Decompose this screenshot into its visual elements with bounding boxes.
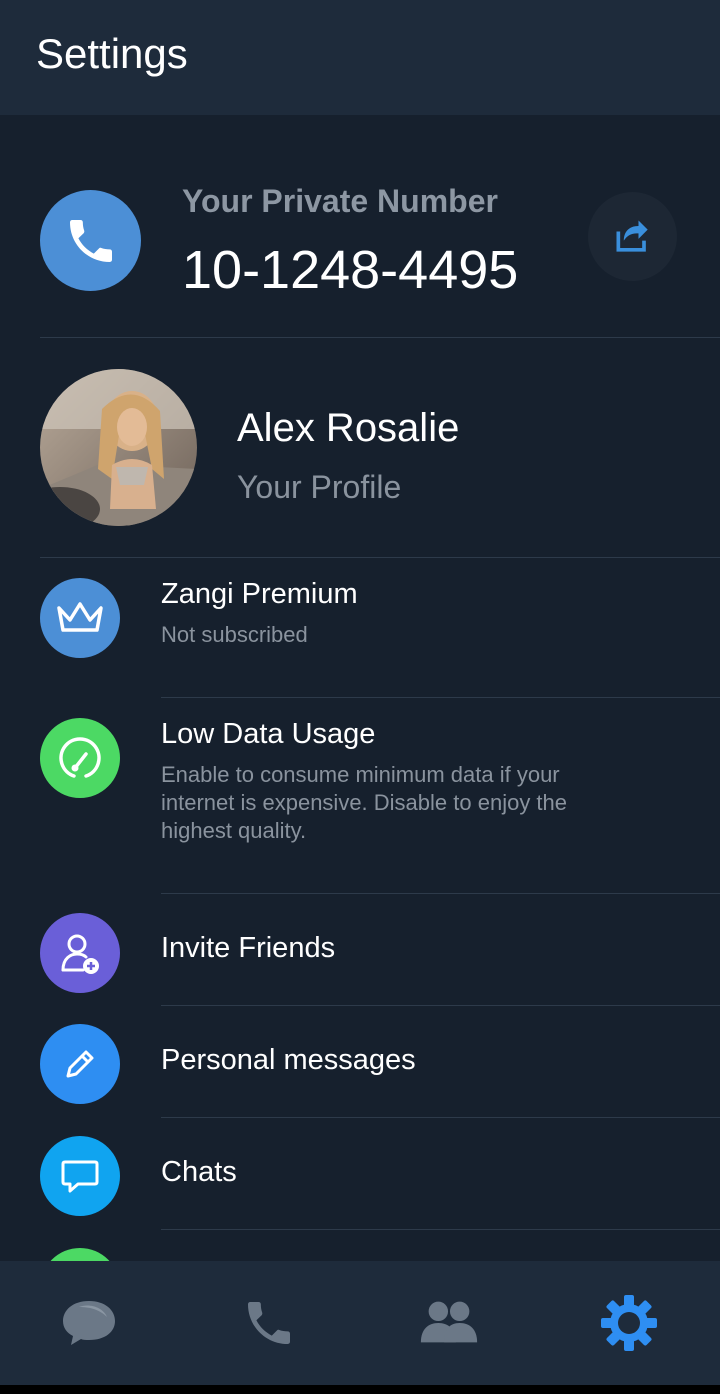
low-data-usage-description: Enable to consume minimum data if your i… <box>161 762 568 843</box>
zangi-premium-status: Not subscribed <box>161 622 308 647</box>
zangi-premium-row[interactable]: Zangi Premium Not subscribed <box>0 558 720 698</box>
system-bar <box>0 1385 720 1394</box>
settings-tab[interactable] <box>597 1291 661 1355</box>
invite-friends-title: Invite Friends <box>161 932 336 964</box>
zangi-premium-title: Zangi Premium <box>161 578 358 610</box>
contacts-tab[interactable] <box>417 1291 481 1355</box>
share-button[interactable] <box>588 192 677 281</box>
chats-tab[interactable] <box>57 1291 121 1355</box>
chat-bubble-icon <box>40 1136 120 1216</box>
calls-tab[interactable] <box>237 1291 301 1355</box>
low-data-usage-row[interactable]: Low Data Usage Enable to consume minimum… <box>0 698 720 893</box>
data-gauge-icon <box>40 718 120 798</box>
invite-friends-row[interactable]: Invite Friends <box>0 894 720 1006</box>
low-data-usage-title: Low Data Usage <box>161 718 376 750</box>
personal-messages-title: Personal messages <box>161 1044 416 1076</box>
chats-icon <box>63 1301 115 1345</box>
private-number-label: Your Private Number <box>182 183 498 219</box>
phone-icon <box>40 190 141 291</box>
crown-icon <box>40 578 120 658</box>
profile-name: Alex Rosalie <box>237 406 460 450</box>
private-number-value: 10-1248-4495 <box>182 240 519 300</box>
profile-row[interactable]: Alex Rosalie Your Profile <box>0 338 720 557</box>
settings-icon <box>601 1295 657 1351</box>
chats-title: Chats <box>161 1156 237 1188</box>
share-icon <box>616 220 648 252</box>
page-title: Settings <box>36 30 188 77</box>
private-number-section: Your Private Number 10-1248-4495 <box>0 115 720 338</box>
calls-icon <box>248 1302 290 1344</box>
bottom-navigation <box>0 1261 720 1385</box>
top-bar: Settings <box>0 0 720 115</box>
avatar <box>40 369 197 526</box>
pencil-icon <box>40 1024 120 1104</box>
divider <box>161 1229 720 1230</box>
profile-subtitle: Your Profile <box>237 469 402 505</box>
add-user-icon <box>40 913 120 993</box>
personal-messages-row[interactable]: Personal messages <box>0 1006 720 1118</box>
chats-row[interactable]: Chats <box>0 1118 720 1230</box>
contacts-icon <box>420 1301 478 1343</box>
